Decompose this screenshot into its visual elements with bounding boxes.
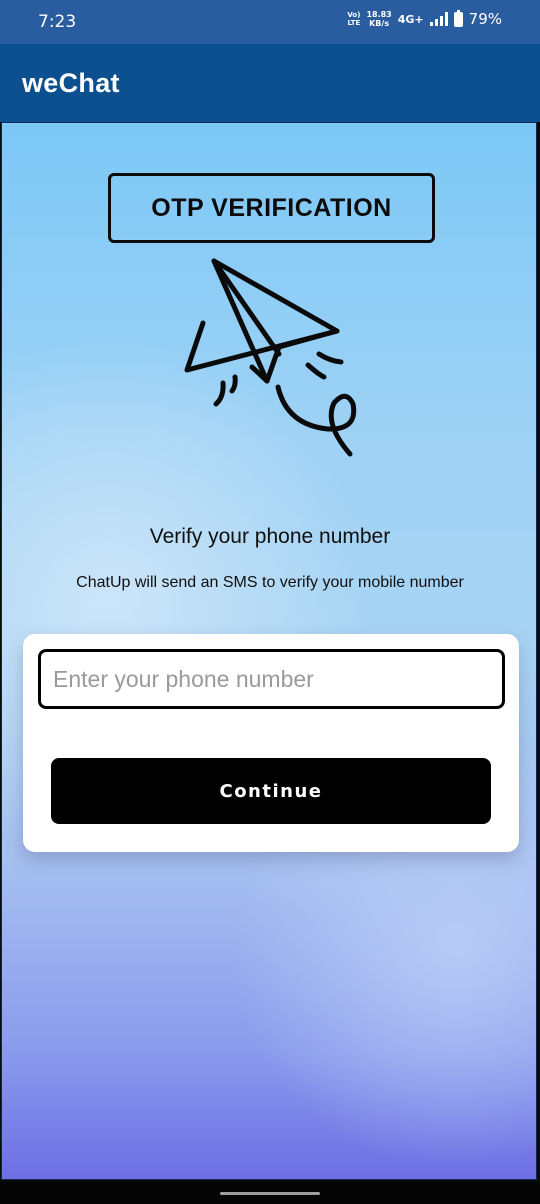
volte-top-label: Vo) bbox=[347, 11, 361, 19]
volte-icon: Vo) LTE bbox=[347, 11, 360, 27]
signal-icon bbox=[429, 12, 448, 26]
home-indicator[interactable] bbox=[220, 1192, 320, 1195]
network-speed-value: 18.83 bbox=[366, 10, 392, 19]
network-speed: 18.83 KB/s bbox=[366, 10, 391, 28]
app-title: weChat bbox=[22, 68, 120, 98]
volte-bottom-label: LTE bbox=[347, 19, 361, 27]
status-indicators: Vo) LTE 18.83 KB/s 4G+ 79% bbox=[347, 9, 502, 28]
battery-percent: 79% bbox=[468, 10, 502, 28]
network-type: 4G+ bbox=[397, 12, 424, 26]
verify-subtitle: ChatUp will send an SMS to verify your m… bbox=[76, 574, 464, 591]
battery-icon bbox=[453, 9, 463, 27]
status-bar: 7:23 Vo) LTE 18.83 KB/s 4G+ 79% bbox=[0, 0, 540, 44]
navigation-bar bbox=[0, 1182, 540, 1204]
status-time: 7:23 bbox=[38, 12, 77, 32]
phone-number-input[interactable] bbox=[38, 649, 505, 709]
continue-button[interactable]: Continue bbox=[51, 758, 491, 824]
otp-heading-box: OTP VERIFICATION bbox=[108, 173, 435, 243]
network-speed-unit: KB/s bbox=[369, 19, 390, 28]
otp-heading: OTP VERIFICATION bbox=[151, 193, 392, 222]
paper-plane-icon bbox=[184, 258, 357, 457]
otp-screen: OTP VERIFICATION Verify your phone numbe… bbox=[1, 122, 537, 1180]
phone-form-card: Continue bbox=[23, 634, 519, 852]
app-bar: weChat bbox=[0, 44, 540, 122]
verify-title: Verify your phone number bbox=[149, 525, 391, 548]
